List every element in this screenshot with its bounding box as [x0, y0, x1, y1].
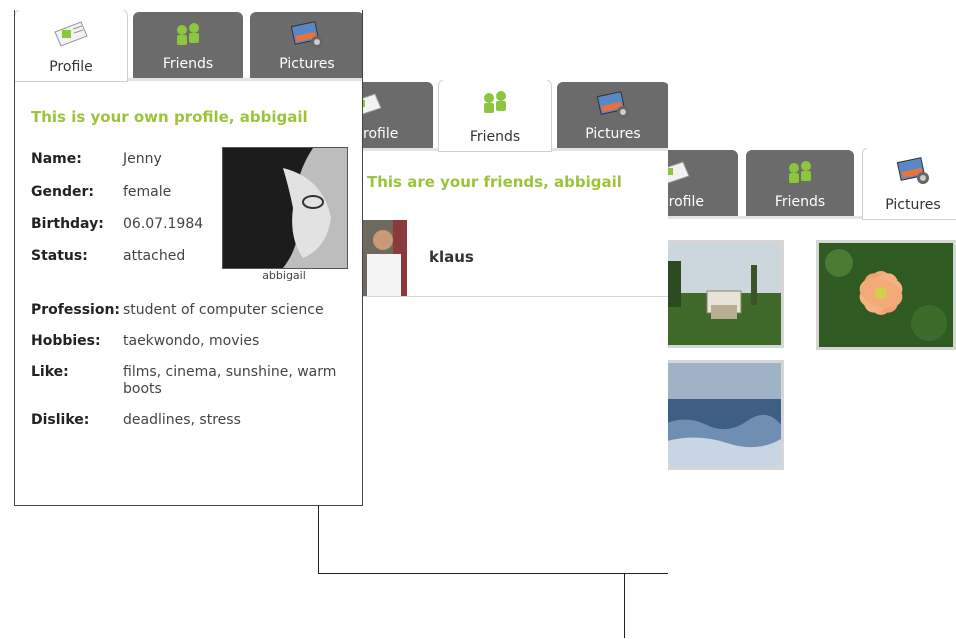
picture-thumbnail-sea[interactable]: [668, 360, 784, 470]
friends-screen: rofile Friends Pictures This are your fr…: [318, 80, 668, 574]
tab-friends[interactable]: Friends: [746, 150, 854, 216]
friends-heading: This are your friends, abbigail: [367, 173, 622, 191]
friend-list-item[interactable]: klaus: [319, 218, 668, 297]
sea-photo: [668, 363, 781, 467]
profile-screen: Profile Friends Pictures This is your ow…: [14, 10, 363, 506]
tab-profile[interactable]: rofile: [668, 150, 738, 216]
friend-avatar: [363, 220, 407, 296]
pictures-icon: [896, 157, 929, 184]
pictures-screen: rofile Friends Pictures: [668, 148, 956, 488]
profile-card-icon: [668, 161, 690, 184]
tab-profile[interactable]: Profile: [15, 10, 127, 81]
tab-bar: rofile Friends Pictures: [668, 148, 956, 219]
tab-bar: rofile Friends Pictures: [319, 80, 668, 151]
picture-thumbnail-garden[interactable]: [668, 240, 784, 348]
tab-friends[interactable]: Friends: [439, 80, 551, 151]
avatar: [222, 147, 348, 269]
avatar-caption: abbigail: [262, 269, 306, 282]
profile-heading: This is your own profile, abbigail: [31, 108, 308, 126]
picture-thumbnail-flower[interactable]: [816, 240, 956, 350]
garden-photo: [668, 243, 781, 345]
window-edge-line: [624, 574, 625, 638]
tab-friends[interactable]: Friends: [133, 12, 243, 78]
friends-android-icon: [789, 161, 811, 183]
friend-name: klaus: [429, 248, 474, 266]
friends-android-icon: [484, 91, 506, 113]
flower-photo: [819, 243, 953, 347]
pictures-icon: [290, 21, 323, 48]
tab-pictures[interactable]: Pictures: [863, 148, 956, 219]
tab-pictures[interactable]: Pictures: [250, 12, 362, 78]
profile-card-icon: [54, 21, 88, 47]
pictures-icon: [596, 91, 629, 118]
avatar-photo: [223, 148, 347, 268]
friends-android-icon: [177, 23, 199, 45]
tab-pictures[interactable]: Pictures: [557, 82, 668, 148]
tab-bar: Profile Friends Pictures: [15, 10, 362, 81]
